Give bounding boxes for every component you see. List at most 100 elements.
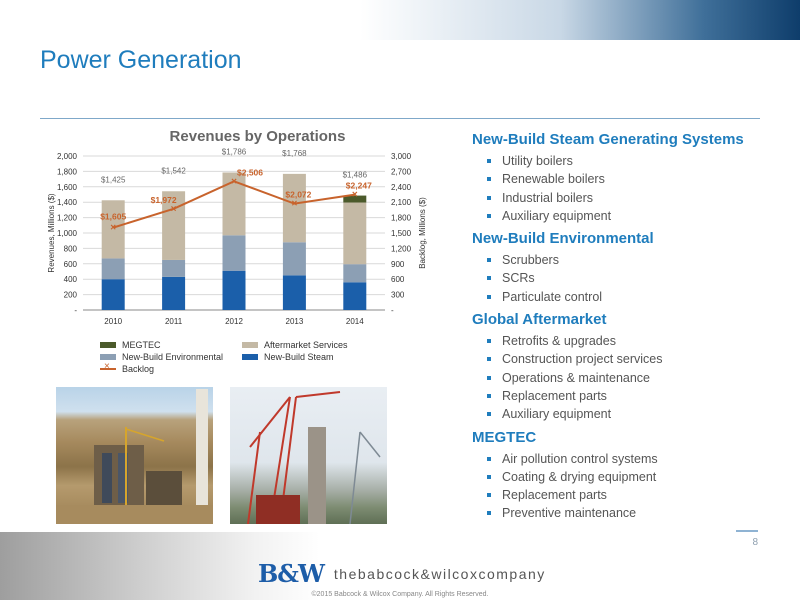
total-label: $1,786 <box>222 148 247 156</box>
total-label: $1,486 <box>343 171 368 180</box>
y-tick-label: 1,400 <box>57 198 78 207</box>
y-tick-label: 800 <box>64 244 78 253</box>
legend-label: New-Build Environmental <box>122 352 224 362</box>
y-tick-label: 600 <box>64 260 78 269</box>
backlog-marker: × <box>171 204 177 215</box>
bullet-list: Scrubbers SCRs Particulate control <box>472 251 772 306</box>
y-tick-label: 1,800 <box>57 167 78 176</box>
backlog-label: $1,605 <box>100 212 126 222</box>
header-band <box>0 0 800 40</box>
y2-axis-title: Backlog, Millions ($) <box>418 197 427 269</box>
y2-tick-label: 2,400 <box>391 183 412 192</box>
logo-wordmark: thebabcock&wilcoxcompany <box>333 566 546 582</box>
list-item: Retrofits & upgrades <box>472 332 772 350</box>
crane-boom <box>125 428 165 442</box>
section-new-build-steam: New-Build Steam Generating Systems Utili… <box>472 130 772 225</box>
x-tick-label: 2011 <box>165 317 183 326</box>
bar-segment <box>222 235 246 271</box>
building-structure <box>146 471 182 509</box>
legend-item-backlog: Backlog <box>100 361 155 374</box>
y2-tick-label: 1,500 <box>391 229 412 238</box>
page-number: 8 <box>736 530 758 548</box>
crane-base <box>256 495 300 524</box>
backlog-label: $2,506 <box>237 167 263 177</box>
ground <box>56 505 213 524</box>
y-tick-label: 1,600 <box>57 183 78 192</box>
bar-segment <box>101 279 125 310</box>
bar-segment <box>343 282 367 310</box>
legend-item-megtec: MEGTEC <box>100 340 161 350</box>
total-label: $1,542 <box>161 166 186 175</box>
smokestack <box>196 389 208 507</box>
list-item: Coating & drying equipment <box>472 468 772 486</box>
list-item: Scrubbers <box>472 251 772 269</box>
chart-plot: - 200 400 600 800 1,000 1,200 1,400 1,600 1,800 2,… <box>47 148 427 326</box>
legend-line-marker <box>100 361 116 372</box>
legend-swatch <box>242 354 258 360</box>
logo-mark: B&W <box>258 559 325 588</box>
legend-swatch <box>242 342 258 348</box>
y-axis-title: Revenues, Millions ($) <box>47 193 56 272</box>
power-plant-illustration <box>56 389 213 524</box>
y-tick-label: 2,000 <box>57 152 78 161</box>
y2-tick-label: 600 <box>391 275 405 284</box>
crane-illustration <box>247 391 381 524</box>
list-item: Utility boilers <box>472 152 772 170</box>
section-title: Global Aftermarket <box>472 311 607 329</box>
bar-segment <box>282 275 306 310</box>
legend-label: Backlog <box>122 364 155 374</box>
y-tick-label: 200 <box>64 291 78 300</box>
y2-tick-label: 2,100 <box>391 198 412 207</box>
section-new-build-environmental: New-Build Environmental Scrubbers SCRs P… <box>472 229 772 306</box>
bar-segment <box>343 264 367 283</box>
bar-segment <box>282 242 306 276</box>
company-logo: B&W thebabcock&wilcoxcompany <box>258 562 546 586</box>
y-tick-label: 400 <box>64 275 78 284</box>
backlog-marker: × <box>352 190 358 201</box>
x-tick-label: 2012 <box>225 317 243 326</box>
backlog-marker: × <box>291 199 297 210</box>
bar-segment <box>162 276 186 310</box>
y-tick-label: 1,200 <box>57 214 78 223</box>
power-plant-construction-photo <box>56 387 213 524</box>
y2-tick-label: 2,700 <box>391 167 412 176</box>
chimney <box>308 427 326 524</box>
y2-tick-label: 3,000 <box>391 152 412 161</box>
total-label: $1,425 <box>101 175 126 184</box>
copyright-notice: ©2015 Babcock & Wilcox Company. All Righ… <box>311 591 489 598</box>
y2-tick-label: 1,800 <box>391 214 412 223</box>
list-item: Auxiliary equipment <box>472 405 772 423</box>
y-tick-label: - <box>74 306 77 315</box>
backlog-label: $2,247 <box>346 181 372 191</box>
y2-tick-label: 1,200 <box>391 244 412 253</box>
bar-segment <box>222 270 246 310</box>
legend-item-new-build-environmental: New-Build Environmental <box>100 352 223 362</box>
bullet-list: Air pollution control systems Coating & … <box>472 450 772 523</box>
y2-tick-label: 900 <box>391 260 405 269</box>
section-megtec: MEGTEC Air pollution control systems Coa… <box>472 428 772 523</box>
section-global-aftermarket: Global Aftermarket Retrofits & upgrades … <box>472 310 772 423</box>
legend-swatch <box>100 342 116 348</box>
legend-label: New-Build Steam <box>264 352 334 362</box>
total-label: $1,768 <box>282 149 307 158</box>
list-item: SCRs <box>472 269 772 287</box>
list-item: Industrial boilers <box>472 189 772 207</box>
legend-label: Aftermarket Services <box>264 340 348 350</box>
list-item: Construction project services <box>472 350 772 368</box>
x-tick-label: 2010 <box>104 317 122 326</box>
grey-crane <box>349 431 381 524</box>
page-title: Power Generation <box>40 46 242 74</box>
backlog-marker: × <box>110 223 116 234</box>
legend-item-aftermarket: Aftermarket Services <box>242 340 348 350</box>
bullet-list: Utility boilers Renewable boilers Indust… <box>472 152 772 225</box>
legend-item-new-build-steam: New-Build Steam <box>242 352 334 362</box>
business-segments: New-Build Steam Generating Systems Utili… <box>472 130 772 527</box>
crane-photo <box>230 387 387 524</box>
legend-swatch <box>100 354 116 360</box>
list-item: Air pollution control systems <box>472 450 772 468</box>
y-tick-label: 1,000 <box>57 229 78 238</box>
list-item: Preventive maintenance <box>472 504 772 522</box>
legend-label: MEGTEC <box>122 340 161 350</box>
x-tick-label: 2014 <box>346 317 364 326</box>
bar-segment <box>343 202 367 265</box>
